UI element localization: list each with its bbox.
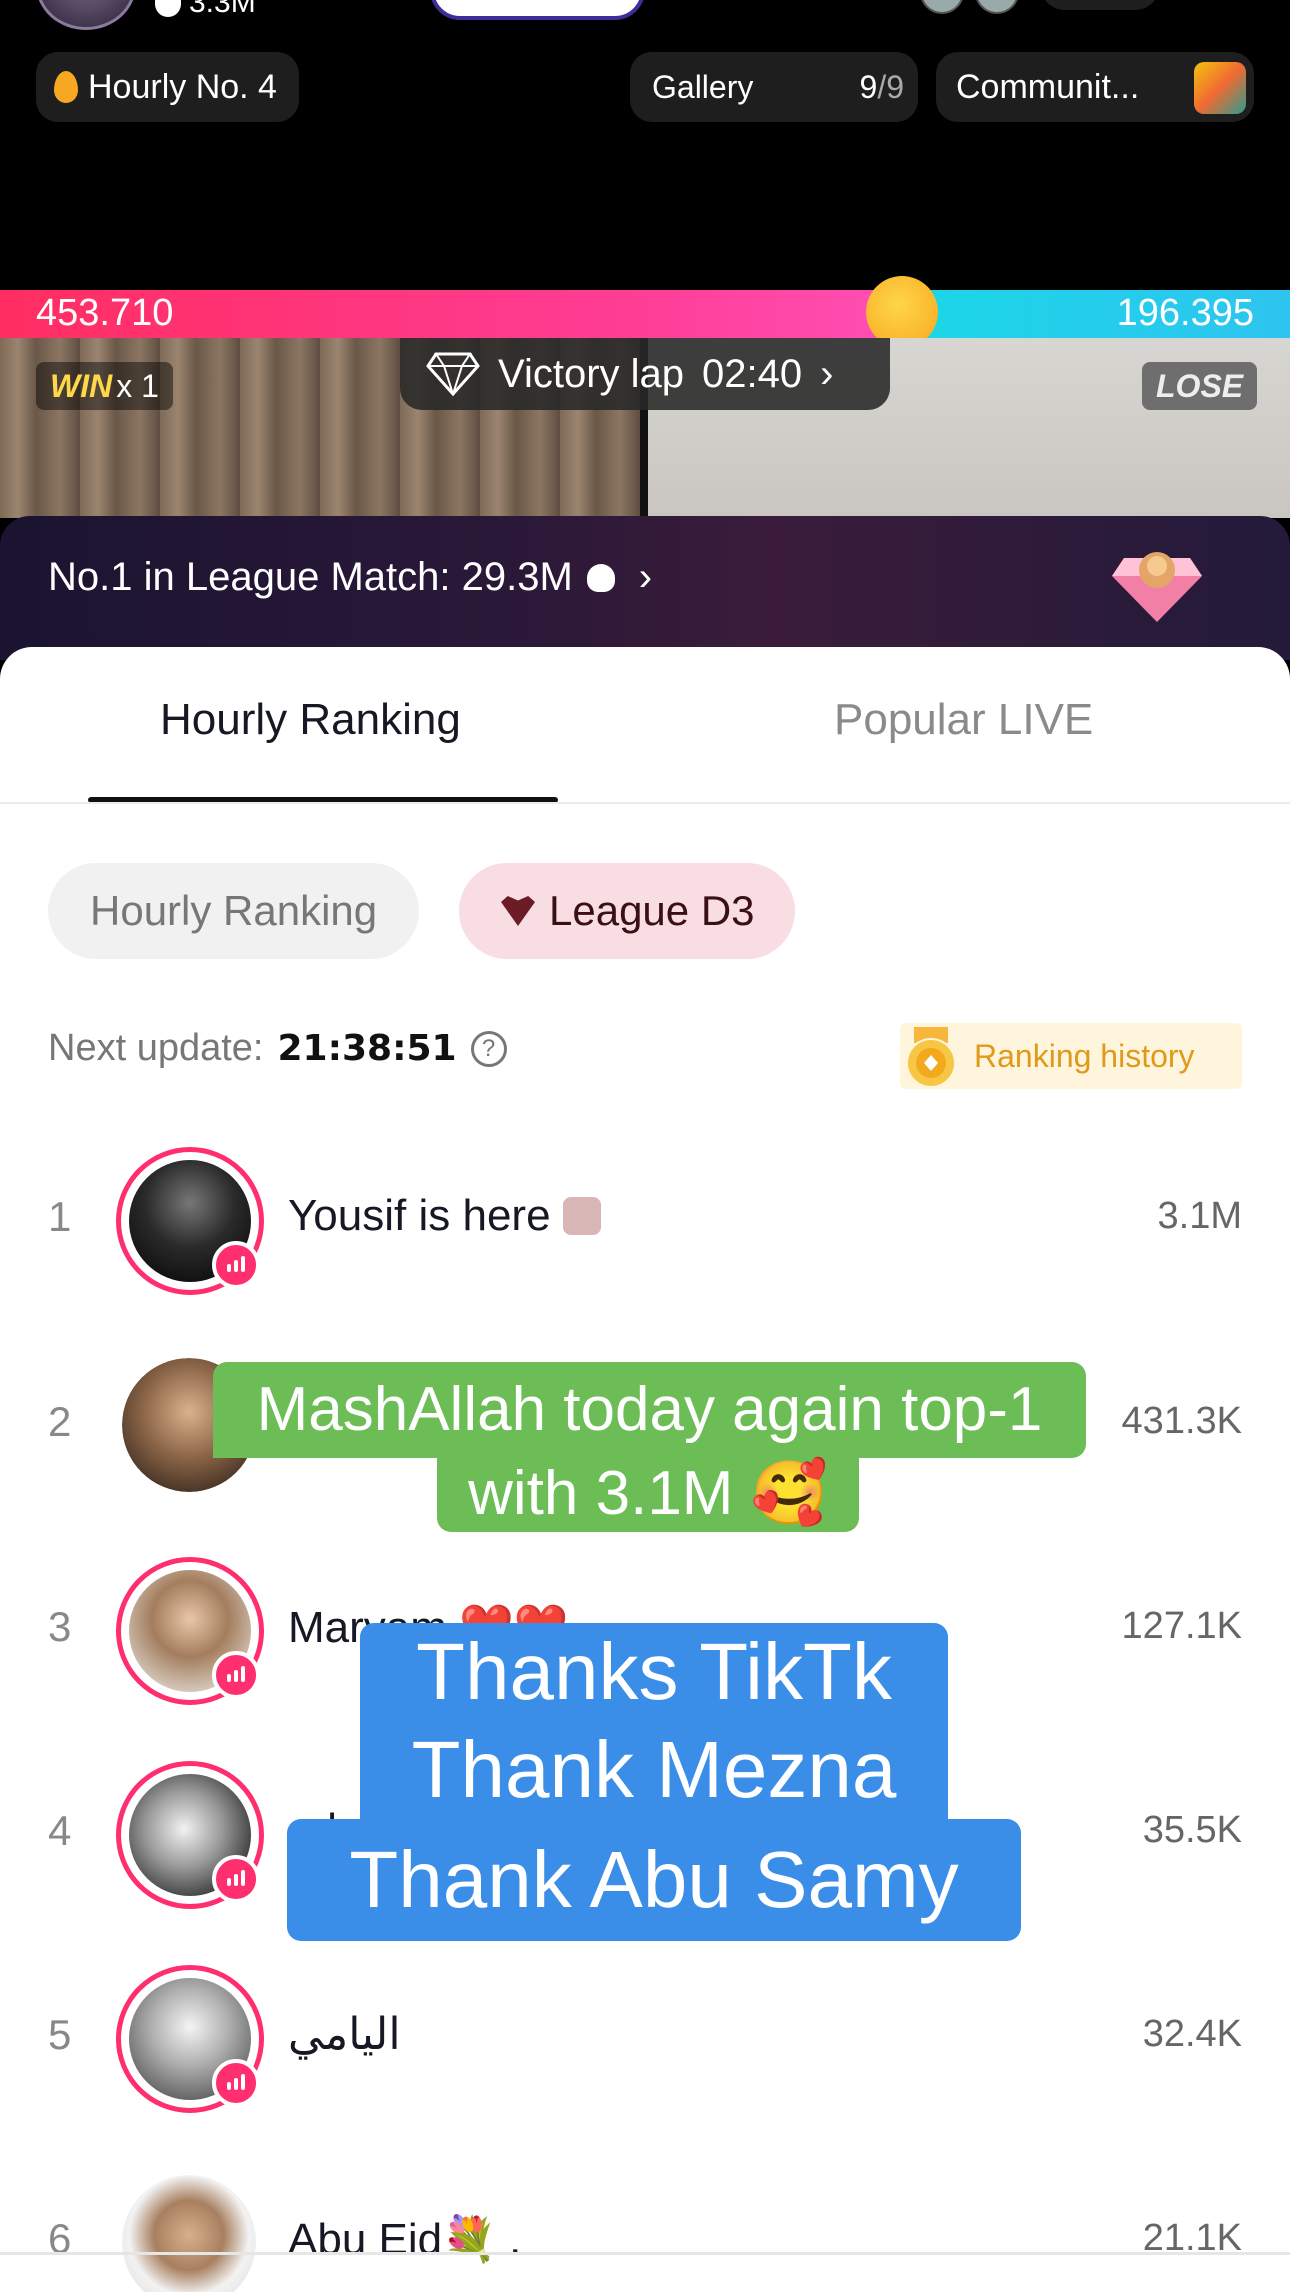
caption-green-line2: with 3.1M 🥰 (437, 1456, 859, 1532)
ranking-history-button[interactable]: Ranking history (900, 1023, 1242, 1089)
user-name[interactable]: Yousif is here (288, 1191, 601, 1241)
user-score: 127.1K (1121, 1605, 1242, 1647)
filter-chip-league[interactable]: League D3 (459, 863, 795, 959)
top-right-chip[interactable] (1040, 0, 1160, 10)
live-indicator-icon (212, 1651, 260, 1699)
caption-green-line1: MashAllah today again top-1 (213, 1362, 1086, 1458)
chevron-right-icon: › (638, 555, 653, 599)
rank-number: 2 (48, 1398, 72, 1445)
rank-number: 1 (48, 1193, 72, 1240)
ranking-row[interactable]: 1 Yousif is here 3.1M (0, 1125, 1290, 1315)
gem-badge-icon (562, 1197, 601, 1235)
user-name[interactable]: Abu Eid💐 . (288, 2213, 521, 2265)
win-badge: WIN x 1 (36, 362, 173, 410)
lose-badge: LOSE (1142, 362, 1258, 410)
host-avatar[interactable] (36, 0, 136, 30)
user-score: 35.5K (1142, 1809, 1242, 1851)
bottom-divider (0, 2252, 1290, 2255)
gallery-button[interactable]: Gallery 9/9 (630, 52, 918, 122)
rank-number: 4 (48, 1807, 72, 1854)
ranking-row[interactable]: 6 Abu Eid💐 . 21.1K (0, 2147, 1290, 2292)
live-indicator-icon (212, 2059, 260, 2107)
gallery-count: 9/9 (859, 68, 904, 105)
rank-number: 3 (48, 1603, 72, 1650)
glove-icon (586, 563, 615, 592)
user-score: 32.4K (1142, 2013, 1242, 2055)
hourly-rank-badge[interactable]: Hourly No. 4 (36, 52, 299, 122)
shield-icon (155, 0, 181, 17)
viewer-avatar[interactable] (920, 0, 964, 14)
avatar[interactable] (122, 2175, 256, 2292)
league-banner-text[interactable]: No.1 in League Match: 29.3M › (48, 555, 652, 600)
user-score: 3.1M (1157, 1195, 1242, 1237)
live-battle-area: 3.3M Hourly No. 4 Gallery 9/9 Communit..… (0, 0, 1290, 660)
tab-hourly-ranking[interactable]: Hourly Ranking (160, 695, 461, 745)
ranking-row[interactable]: 5 اليامي 32.4K (0, 1943, 1290, 2133)
live-indicator-icon (212, 1241, 260, 1289)
flame-icon (54, 71, 78, 103)
caption-blue-line1: Thanks TikTk (360, 1623, 948, 1721)
caption-blue-line3: Thank Abu Samy (287, 1819, 1021, 1941)
battle-score-bar (0, 290, 1290, 338)
user-score: 431.3K (1121, 1400, 1242, 1442)
chevron-right-icon: › (820, 351, 834, 396)
tab-popular-live[interactable]: Popular LIVE (834, 695, 1093, 745)
rank-number: 5 (48, 2011, 72, 2058)
community-logo-icon (1194, 62, 1246, 114)
victory-lap-banner[interactable]: Victory lap 02:40 › (400, 338, 890, 410)
medal-icon (906, 1027, 956, 1088)
help-icon[interactable]: ? (470, 1030, 507, 1067)
viewer-avatar[interactable] (975, 0, 1019, 14)
community-button[interactable]: Communit... (936, 52, 1254, 122)
follow-chip[interactable] (430, 0, 645, 20)
user-name[interactable]: اليامي (288, 2009, 401, 2060)
left-score: 453.710 (36, 292, 174, 334)
rank-number: 6 (48, 2215, 72, 2262)
live-indicator-icon (212, 1855, 260, 1903)
diamond-icon (426, 352, 480, 396)
league-trophy-icon (1112, 552, 1202, 622)
tabs-divider (0, 802, 1290, 804)
filter-chip-hourly[interactable]: Hourly Ranking (48, 863, 420, 959)
heart-gem-icon (501, 896, 535, 926)
viewer-count: 3.3M (155, 0, 256, 20)
next-update: Next update: 21:38:51 ? (48, 1027, 507, 1070)
caption-blue-line2: Thank Mezna (360, 1721, 948, 1819)
right-score: 196.395 (1116, 292, 1254, 334)
